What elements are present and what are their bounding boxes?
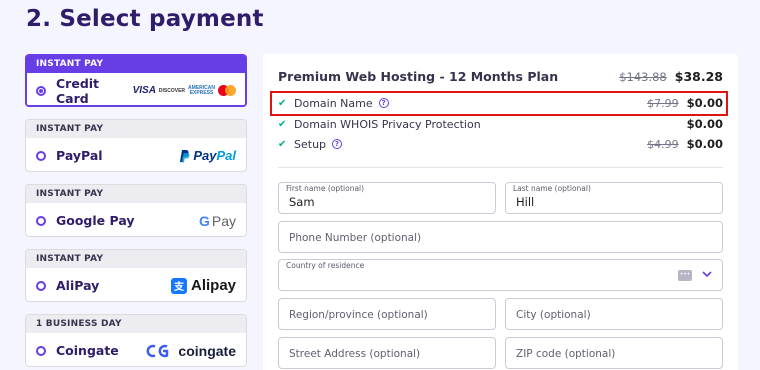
- item-old-price: $7.99: [647, 96, 679, 110]
- method-name: PayPal: [56, 148, 103, 163]
- field-value: Sam: [289, 195, 315, 209]
- chevron-down-icon[interactable]: [702, 268, 712, 281]
- method-name: AliPay: [56, 278, 100, 293]
- card-brand-logos: VISA DISCOVER AMERICAN EXPRESS: [133, 85, 236, 96]
- radio-selected-icon[interactable]: [36, 85, 46, 96]
- item-price: $0.00: [686, 96, 723, 110]
- field-label: First name (optional): [286, 184, 365, 193]
- country-select[interactable]: Country of residence •••: [278, 259, 723, 291]
- payment-method-paypal[interactable]: INSTANT PAY PayPal PayPal: [25, 119, 247, 172]
- method-name: Google Pay: [56, 213, 135, 228]
- coingate-logo: coingate: [146, 343, 236, 359]
- street-address-field[interactable]: Street Address (optional): [278, 337, 496, 369]
- first-name-field[interactable]: First name (optional) Sam: [278, 182, 496, 214]
- field-placeholder: City (optional): [516, 309, 591, 321]
- last-name-field[interactable]: Last name (optional) Hill: [505, 182, 723, 214]
- method-name: Coingate: [56, 343, 119, 358]
- item-price: $0.00: [686, 117, 723, 131]
- paypal-mark-icon: [180, 149, 190, 162]
- payment-method-credit-card[interactable]: INSTANT PAY Credit Card VISA DISCOVER AM…: [25, 54, 247, 107]
- field-placeholder: ZIP code (optional): [516, 348, 616, 360]
- discover-logo: DISCOVER: [158, 87, 186, 94]
- radio-icon[interactable]: [36, 150, 46, 161]
- order-and-details-panel: Premium Web Hosting - 12 Months Plan $14…: [263, 54, 738, 370]
- mastercard-logo: [218, 85, 236, 96]
- amex-logo: AMERICAN EXPRESS: [188, 84, 215, 96]
- payment-method-google-pay[interactable]: INSTANT PAY Google Pay G Pay: [25, 184, 247, 237]
- google-pay-logo: G Pay: [198, 212, 236, 229]
- plan-summary-row: Premium Web Hosting - 12 Months Plan $14…: [278, 69, 723, 84]
- phone-number-field[interactable]: Phone Number (optional): [278, 221, 723, 253]
- method-name: Credit Card: [56, 75, 100, 106]
- zip-code-field[interactable]: ZIP code (optional): [505, 337, 723, 369]
- item-label: Setup: [294, 137, 327, 151]
- order-item-whois-privacy: ✔ Domain WHOIS Privacy Protection $0.00: [278, 117, 723, 131]
- order-item-setup: ✔ Setup? $4.99 $0.00: [278, 137, 723, 151]
- plan-title: Premium Web Hosting - 12 Months Plan: [278, 69, 559, 84]
- method-badge: INSTANT PAY: [26, 55, 246, 73]
- alipay-logo: 支 Alipay: [170, 277, 236, 294]
- method-badge: 1 BUSINESS DAY: [26, 315, 246, 333]
- city-field[interactable]: City (optional): [505, 298, 723, 330]
- coingate-mark-icon: [147, 344, 169, 357]
- radio-icon[interactable]: [36, 215, 46, 226]
- plan-old-price: $143.88: [619, 69, 667, 84]
- method-badge: INSTANT PAY: [26, 185, 246, 203]
- field-placeholder: Region/province (optional): [289, 309, 428, 321]
- field-label: Country of residence: [286, 261, 365, 270]
- check-icon: ✔: [278, 97, 287, 109]
- radio-icon[interactable]: [36, 345, 46, 356]
- paypal-logo: PayPal: [178, 148, 236, 163]
- item-price: $0.00: [686, 137, 723, 151]
- check-icon: ✔: [278, 118, 287, 130]
- item-label: Domain Name: [294, 96, 373, 110]
- check-icon: ✔: [278, 138, 287, 150]
- method-badge: INSTANT PAY: [26, 120, 246, 138]
- plan-price: $38.28: [674, 69, 723, 84]
- alipay-mark-icon: 支: [170, 277, 187, 294]
- field-label: Last name (optional): [513, 184, 591, 193]
- item-old-price: $4.99: [647, 137, 679, 151]
- field-placeholder: Phone Number (optional): [289, 232, 422, 244]
- divider: [278, 167, 723, 168]
- payment-method-alipay[interactable]: INSTANT PAY AliPay 支 Alipay: [25, 249, 247, 302]
- visa-logo: VISA: [132, 85, 156, 96]
- payment-method-coingate[interactable]: 1 BUSINESS DAY Coingate coingate: [25, 314, 247, 367]
- order-item-domain-name: ✔ Domain Name? $7.99 $0.00: [278, 96, 723, 110]
- page-title: 2. Select payment: [26, 6, 264, 32]
- autofill-icon[interactable]: •••: [678, 270, 692, 281]
- item-label: Domain WHOIS Privacy Protection: [294, 117, 481, 131]
- radio-icon[interactable]: [36, 280, 46, 291]
- field-placeholder: Street Address (optional): [289, 348, 421, 360]
- help-icon[interactable]: ?: [378, 98, 389, 108]
- help-icon[interactable]: ?: [332, 139, 343, 149]
- region-field[interactable]: Region/province (optional): [278, 298, 496, 330]
- field-value: Hill: [516, 195, 535, 209]
- method-badge: INSTANT PAY: [26, 250, 246, 268]
